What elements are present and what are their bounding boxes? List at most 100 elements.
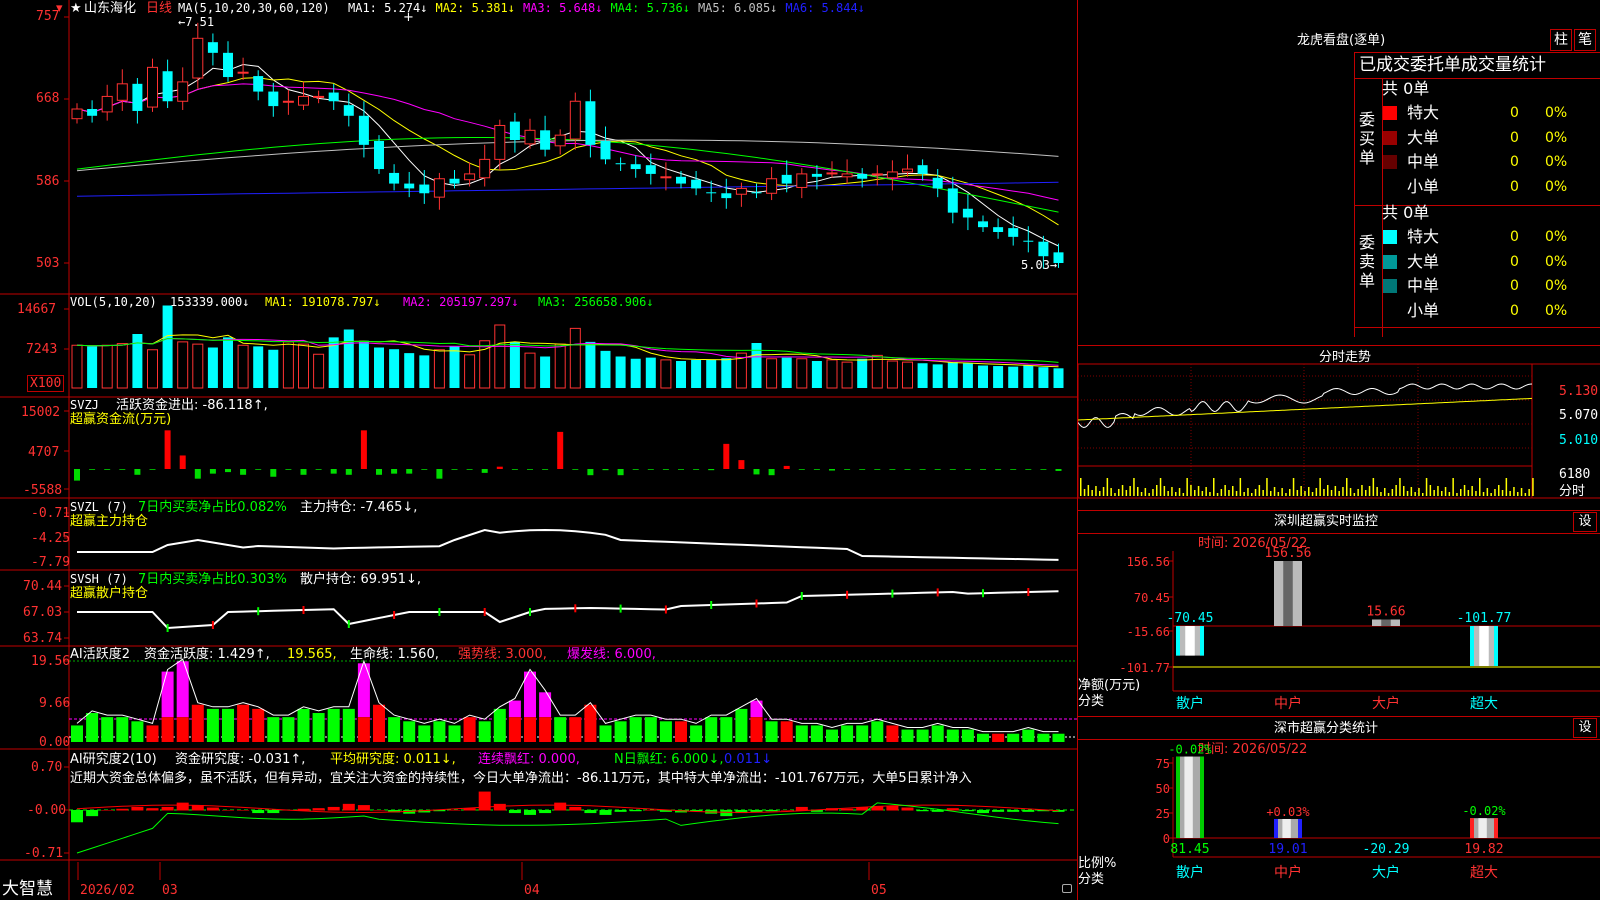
order-percent: 0% bbox=[1545, 129, 1568, 146]
fund-flow-bar bbox=[421, 469, 428, 470]
activity-bar bbox=[916, 729, 929, 742]
candle-up bbox=[298, 95, 309, 106]
class-top-label: +0.03% bbox=[1266, 805, 1310, 819]
intraday-volume-bar bbox=[1524, 493, 1527, 496]
class-bar-stripe bbox=[1184, 756, 1193, 838]
y-tick-svsh: 63.74 bbox=[23, 631, 63, 646]
monitor-bar-edge bbox=[1470, 626, 1474, 666]
activity-bar bbox=[327, 708, 340, 742]
intraday-volume-bar bbox=[1441, 491, 1443, 496]
tab-stats[interactable]: 统计 bbox=[1512, 55, 1546, 75]
intraday-volume-bar bbox=[1209, 492, 1211, 496]
order-count: 0 bbox=[1510, 178, 1519, 195]
research-bar bbox=[222, 810, 234, 811]
candle-down bbox=[87, 109, 98, 116]
activity-bar bbox=[312, 713, 325, 742]
candle-down bbox=[751, 192, 762, 194]
buy-side-label: 委买单 bbox=[1359, 110, 1376, 167]
volume-bar bbox=[116, 343, 128, 389]
volume-bar bbox=[147, 349, 158, 389]
bar-mode-button[interactable]: 柱 bbox=[1550, 29, 1572, 51]
svzl-subtitle: 超赢主力持仓 bbox=[70, 514, 149, 529]
intraday-chart[interactable] bbox=[1078, 346, 1600, 510]
volume-bar bbox=[207, 347, 218, 388]
fund-flow-bar bbox=[119, 469, 126, 470]
activity-bar bbox=[161, 717, 174, 742]
activity-bar bbox=[856, 725, 869, 742]
candle-down bbox=[993, 227, 1004, 233]
monitor-bar-stripe bbox=[1381, 619, 1391, 626]
activity-bar bbox=[463, 717, 476, 742]
candle-down bbox=[132, 83, 143, 111]
tab-volume[interactable]: 成交量 bbox=[1461, 55, 1512, 75]
activity-bar bbox=[176, 661, 189, 718]
tab-filled[interactable]: 已成交 bbox=[1359, 55, 1410, 75]
ai-active-t4: 强势线: 3.000, bbox=[458, 647, 547, 662]
svzj-label: SVZJ bbox=[70, 398, 99, 412]
period-label[interactable]: 日线 bbox=[146, 1, 172, 16]
y-tick-svzl: -0.71 bbox=[31, 506, 71, 521]
intraday-volume-bar bbox=[1342, 487, 1344, 496]
activity-bar bbox=[705, 717, 718, 742]
research-bar bbox=[644, 810, 657, 811]
activity-bar bbox=[388, 717, 401, 742]
y-tick-ai-active: 0.00 bbox=[39, 735, 71, 750]
buy-total: 共 0单 bbox=[1382, 79, 1430, 98]
intraday-volume-bar bbox=[1311, 492, 1314, 496]
y-tick-svsh: 70.44 bbox=[23, 579, 63, 594]
intraday-volume-bar bbox=[1433, 490, 1435, 496]
research-bar bbox=[1022, 810, 1035, 812]
fund-flow-bar bbox=[315, 469, 322, 470]
order-count: 0 bbox=[1510, 154, 1519, 170]
intraday-volume-bar bbox=[1422, 493, 1424, 496]
volume-bar bbox=[1008, 366, 1019, 388]
intraday-volume-bar bbox=[1368, 486, 1371, 496]
research-bar bbox=[992, 810, 1005, 812]
fund-flow-bar bbox=[662, 469, 669, 470]
chart-area[interactable]: ▾ ★ 山东海化 日线 MA(5,10,20,30,60,120) MA1: 5… bbox=[0, 0, 1077, 900]
volume-bar bbox=[419, 355, 430, 388]
activity-bar bbox=[569, 717, 582, 742]
activity-bar bbox=[765, 721, 778, 742]
intraday-volume-bar bbox=[1395, 485, 1397, 496]
fund-flow-bar bbox=[934, 469, 941, 470]
main-position-line bbox=[77, 528, 1059, 561]
class-bottom-value: 19.01 bbox=[1268, 842, 1307, 857]
svzl-ratio: 7日内买卖净占比0.082% bbox=[138, 500, 287, 515]
volume-bar bbox=[101, 344, 113, 389]
intraday-volume-bar bbox=[1399, 478, 1401, 496]
svzl-position: 主力持仓: -7.465↓, bbox=[300, 500, 418, 515]
fund-flow-bar bbox=[995, 469, 1002, 470]
research-bar bbox=[161, 806, 174, 811]
tab-orders[interactable]: 委托单 bbox=[1410, 55, 1461, 75]
volume-bar bbox=[585, 341, 596, 388]
favorite-star-icon[interactable]: ★ bbox=[70, 1, 82, 16]
fund-flow-bar bbox=[391, 469, 398, 474]
y-tick-svzj: 4707 bbox=[28, 445, 60, 460]
monitor-bar bbox=[1274, 561, 1302, 626]
intraday-volume-bar bbox=[1251, 493, 1253, 496]
monitor-bar bbox=[1372, 619, 1400, 626]
intraday-volume-bar bbox=[1532, 478, 1534, 496]
monitor-y-tick: 70.45 bbox=[1134, 591, 1170, 605]
intraday-volume-bar bbox=[1505, 478, 1508, 496]
volume-bar bbox=[524, 352, 536, 389]
intraday-volume-bar bbox=[1175, 492, 1177, 496]
ma-legend-item: MA6: 5.844↓ bbox=[785, 1, 865, 15]
intraday-volume-bar bbox=[1270, 491, 1272, 496]
order-count: 0 bbox=[1510, 129, 1519, 146]
research-bar bbox=[765, 810, 778, 812]
intraday-volume-bar bbox=[1372, 478, 1375, 496]
intraday-volume-bar bbox=[1482, 492, 1485, 496]
intraday-panel[interactable]: 分时走势 5.130 5.070 5.010 6180 分时 bbox=[1078, 346, 1600, 510]
activity-bar bbox=[690, 725, 703, 742]
intraday-price-tick: 5.010 bbox=[1559, 433, 1599, 448]
research-bar bbox=[71, 810, 83, 823]
y-tick-ai-research: -0.00 bbox=[27, 803, 67, 818]
candle-up bbox=[282, 100, 294, 103]
candle-down bbox=[615, 163, 626, 165]
lock-icon[interactable] bbox=[1062, 884, 1072, 893]
svsh-position: 散户持仓: 69.951↓, bbox=[300, 572, 422, 587]
intraday-volume-bar bbox=[1148, 493, 1150, 496]
pen-mode-button[interactable]: 笔 bbox=[1574, 29, 1596, 51]
